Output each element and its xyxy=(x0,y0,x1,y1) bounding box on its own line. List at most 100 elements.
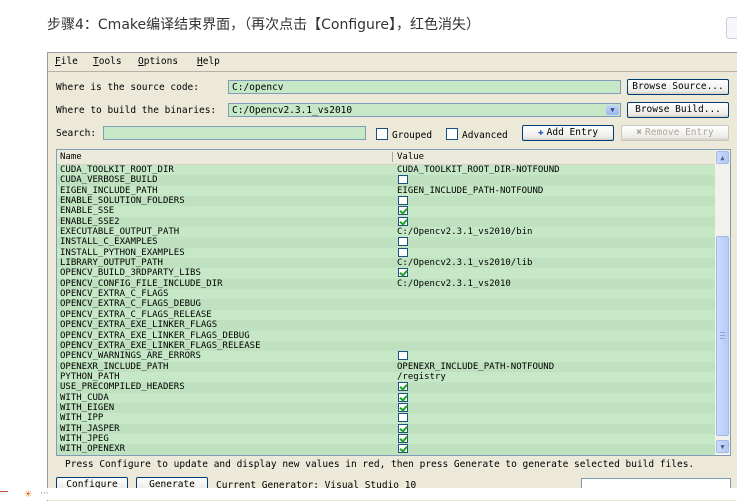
table-row[interactable]: OPENCV_EXTRA_C_FLAGS_RELEASE xyxy=(57,309,715,321)
entry-name: OPENCV_EXTRA_EXE_LINKER_FLAGS_DEBUG xyxy=(60,330,250,341)
column-name-header[interactable]: Name xyxy=(60,150,82,164)
entry-name: OPENCV_EXTRA_EXE_LINKER_FLAGS xyxy=(60,320,218,331)
checked-checkbox[interactable] xyxy=(398,382,408,392)
table-row[interactable]: WITH_JPEG xyxy=(57,433,715,445)
status-text: Press Configure to update and display ne… xyxy=(65,459,695,470)
table-row[interactable]: USE_PRECOMPILED_HEADERS xyxy=(57,382,715,393)
entry-name: PYTHON_PATH xyxy=(60,371,120,382)
sun-icon: ☀ xyxy=(24,490,33,500)
table-row[interactable]: WITH_OPENEXR xyxy=(57,444,715,455)
checked-checkbox[interactable] xyxy=(398,392,408,402)
unchecked-checkbox[interactable] xyxy=(398,351,408,361)
table-row[interactable]: OPENCV_EXTRA_C_FLAGS xyxy=(57,289,715,300)
vertical-scrollbar[interactable]: ▲ ▼ xyxy=(715,150,730,455)
table-row[interactable]: OPENCV_EXTRA_EXE_LINKER_FLAGS_RELEASE xyxy=(57,340,715,352)
table-row[interactable]: CUDA_VERBOSE_BUILD xyxy=(57,175,715,186)
table-row[interactable]: WITH_EIGEN xyxy=(57,402,715,414)
entry-value[interactable]: EIGEN_INCLUDE_PATH-NOTFOUND xyxy=(397,186,543,196)
table-row[interactable]: OPENCV_BUILD_3RDPARTY_LIBS xyxy=(57,268,715,279)
checked-checkbox[interactable] xyxy=(398,433,408,443)
table-row[interactable]: INSTALL_PYTHON_EXAMPLES xyxy=(57,247,715,259)
table-row[interactable]: OPENCV_EXTRA_C_FLAGS_DEBUG xyxy=(57,299,715,310)
table-row[interactable]: WITH_IPP xyxy=(57,413,715,424)
grouped-label: Grouped xyxy=(392,130,433,141)
checked-checkbox[interactable] xyxy=(398,444,408,454)
table-row[interactable]: ENABLE_SSE xyxy=(57,206,715,217)
table-row[interactable]: ENABLE_SOLUTION_FOLDERS xyxy=(57,196,715,207)
table-row[interactable]: INSTALL_C_EXAMPLES xyxy=(57,237,715,248)
entry-value[interactable]: CUDA_TOOLKIT_ROOT_DIR-NOTFOUND xyxy=(397,165,560,175)
table-row[interactable]: EXECUTABLE_OUTPUT_PATH C:/Opencv2.3.1_vs2… xyxy=(57,227,715,238)
checked-checkbox[interactable] xyxy=(398,402,408,412)
chevron-down-icon[interactable]: ▼ xyxy=(716,440,729,453)
table-row[interactable]: OPENCV_WARNINGS_ARE_ERRORS xyxy=(57,351,715,362)
checked-checkbox[interactable] xyxy=(398,216,408,226)
entry-name: OPENCV_EXTRA_C_FLAGS_DEBUG xyxy=(60,299,201,310)
table-row[interactable]: ENABLE_SSE2 xyxy=(57,216,715,228)
menu-separator xyxy=(48,71,737,72)
table-row[interactable]: OPENCV_EXTRA_EXE_LINKER_FLAGS_DEBUG xyxy=(57,330,715,341)
unchecked-checkbox[interactable] xyxy=(398,196,408,206)
checkbox-box xyxy=(446,128,458,140)
menu-help[interactable]: Help xyxy=(197,56,220,67)
entry-name: EIGEN_INCLUDE_PATH xyxy=(60,185,158,196)
table-row[interactable]: OPENCV_CONFIG_FILE_INCLUDE_DIR C:/Opencv2… xyxy=(57,278,715,290)
table-row[interactable]: WITH_CUDA xyxy=(57,392,715,403)
table-row[interactable]: LIBRARY_OUTPUT_PATH C:/Opencv2.3.1_vs2010… xyxy=(57,258,715,269)
menu-options[interactable]: Options xyxy=(138,56,178,67)
table-row[interactable]: PYTHON_PATH/registry xyxy=(57,371,715,383)
chevron-down-icon[interactable]: ▼ xyxy=(606,105,619,115)
unchecked-checkbox[interactable] xyxy=(398,413,408,423)
unchecked-checkbox[interactable] xyxy=(398,237,408,247)
browse-source-button[interactable]: Browse Source... xyxy=(627,79,729,95)
column-separator[interactable] xyxy=(392,152,393,162)
grip-line xyxy=(720,332,725,333)
browse-build-button[interactable]: Browse Build... xyxy=(627,102,729,118)
entry-name: WITH_JPEG xyxy=(60,433,109,444)
entry-name: INSTALL_PYTHON_EXAMPLES xyxy=(60,247,185,258)
table-row[interactable]: EIGEN_INCLUDE_PATH EIGEN_INCLUDE_PATH-NOT… xyxy=(57,185,715,197)
x-icon: ✖ xyxy=(636,127,643,138)
entry-value[interactable]: OPENEXR_INCLUDE_PATH-NOTFOUND xyxy=(397,362,554,372)
checked-checkbox[interactable] xyxy=(398,206,408,216)
table-header: Name Value xyxy=(57,150,715,165)
search-input[interactable] xyxy=(103,126,366,140)
scrollbar-thumb[interactable] xyxy=(716,236,729,436)
entry-value[interactable]: C:/Opencv2.3.1_vs2010 xyxy=(397,279,511,289)
unchecked-checkbox[interactable] xyxy=(398,247,408,257)
entry-name: EXECUTABLE_OUTPUT_PATH xyxy=(60,227,180,238)
checked-checkbox[interactable] xyxy=(398,423,408,433)
checked-checkbox[interactable] xyxy=(398,268,408,278)
advanced-label: Advanced xyxy=(462,130,508,141)
source-input[interactable]: C:/opencv xyxy=(228,80,621,94)
advanced-checkbox[interactable]: Advanced xyxy=(446,128,508,141)
chevron-up-icon[interactable]: ▲ xyxy=(716,151,729,164)
unchecked-checkbox[interactable] xyxy=(398,175,408,185)
side-tab[interactable] xyxy=(726,17,737,39)
remove-entry-button[interactable]: ✖ Remove Entry xyxy=(621,125,729,141)
table-row[interactable]: OPENCV_EXTRA_EXE_LINKER_FLAGS xyxy=(57,320,715,331)
grouped-checkbox[interactable]: Grouped xyxy=(376,128,433,141)
table-row[interactable]: WITH_JASPER xyxy=(57,423,715,434)
entry-name: INSTALL_C_EXAMPLES xyxy=(60,237,158,248)
table-row[interactable]: CUDA_TOOLKIT_ROOT_DIR CUDA_TOOLKIT_ROOT_D… xyxy=(57,165,715,176)
entry-value[interactable]: /registry xyxy=(397,372,446,382)
grip-line xyxy=(720,338,725,339)
dots-icon: ··· xyxy=(40,489,49,499)
entry-name: CUDA_TOOLKIT_ROOT_DIR xyxy=(60,165,174,175)
entry-value[interactable]: C:/Opencv2.3.1_vs2010/bin xyxy=(397,227,532,237)
menu-file[interactable]: File xyxy=(55,56,78,67)
add-entry-label: Add Entry xyxy=(546,127,599,138)
entry-value[interactable]: C:/Opencv2.3.1_vs2010/lib xyxy=(397,258,532,268)
caption-text: 步骤4：Cmake编译结束界面，（再次点击【Configure】，红色消失） xyxy=(47,17,480,33)
entry-name: LIBRARY_OUTPUT_PATH xyxy=(60,258,163,269)
column-value-header[interactable]: Value xyxy=(397,150,424,164)
entry-name: OPENCV_WARNINGS_ARE_ERRORS xyxy=(60,351,201,362)
entry-name: WITH_CUDA xyxy=(60,392,109,403)
entry-name: WITH_IPP xyxy=(60,413,104,424)
entry-name: OPENCV_CONFIG_FILE_INCLUDE_DIR xyxy=(60,278,223,289)
menu-tools[interactable]: Tools xyxy=(93,56,122,67)
add-entry-button[interactable]: ✚ Add Entry xyxy=(522,125,614,141)
table-row[interactable]: OPENEXR_INCLUDE_PATH OPENEXR_INCLUDE_PATH… xyxy=(57,361,715,372)
build-combo[interactable]: C:/Opencv2.3.1_vs2010 ▼ xyxy=(228,103,621,117)
